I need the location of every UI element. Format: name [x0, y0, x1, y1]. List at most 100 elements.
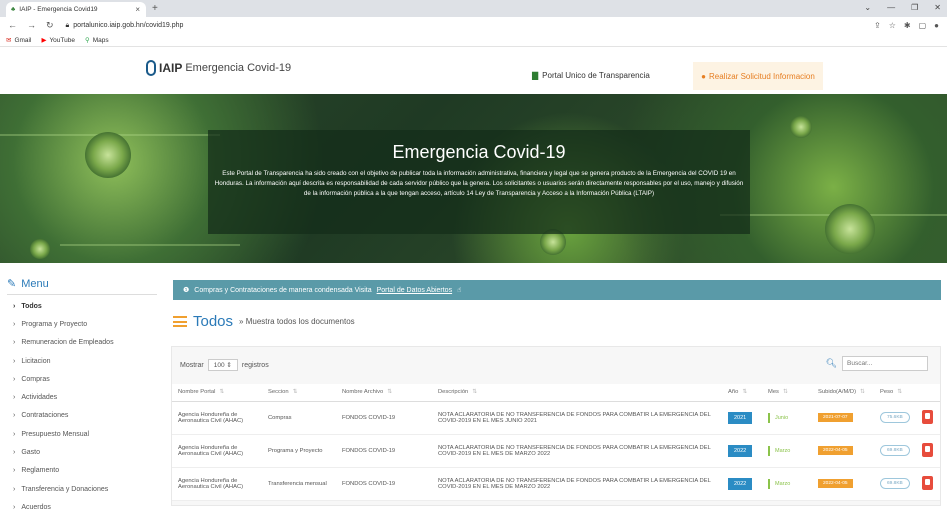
- file-size-badge: 75.6KB: [880, 412, 910, 423]
- alert-text: Compras y Contrataciones de manera conde…: [194, 286, 372, 294]
- sort-icon: ⇅: [219, 389, 225, 396]
- virus-image: [825, 204, 875, 254]
- close-window-icon[interactable]: ✕: [934, 3, 941, 12]
- sidebar-item-label: Reglamento: [21, 467, 60, 475]
- sidebar-item[interactable]: › Transferencia y Donaciones: [7, 480, 157, 498]
- back-icon[interactable]: ←: [8, 20, 17, 31]
- portal-unico-link[interactable]: ▇ Portal Unico de Transparencia: [532, 71, 650, 80]
- chevron-right-icon: ›: [13, 375, 16, 383]
- chevron-right-icon: ›: [13, 485, 16, 493]
- reload-icon[interactable]: ↻: [46, 20, 54, 31]
- column-header[interactable]: Nombre Archivo ⇅: [336, 384, 432, 402]
- pdf-download-icon[interactable]: [922, 475, 933, 490]
- request-information-button[interactable]: ● Realizar Solicitud Informacion: [693, 62, 823, 90]
- chevron-right-icon: ›: [13, 394, 16, 402]
- chevron-right-icon: ›: [13, 302, 16, 310]
- sidebar-item[interactable]: › Actividades: [7, 388, 157, 406]
- forward-icon[interactable]: →: [27, 20, 36, 31]
- column-header[interactable]: Nombre Portal ⇅: [172, 384, 262, 402]
- cell-mes: Marzo: [762, 467, 812, 501]
- page-length-value: 100: [213, 362, 225, 369]
- chevron-down-icon[interactable]: ⌄: [864, 3, 871, 12]
- cell-anio: 2022: [722, 434, 762, 468]
- virus-image: [790, 116, 812, 138]
- cell-peso: 75.6KB: [874, 401, 916, 435]
- sidebar-item[interactable]: › Contrataciones: [7, 407, 157, 425]
- sidebar-item[interactable]: › Gasto: [7, 443, 157, 461]
- records-label: registros: [241, 361, 269, 369]
- column-header[interactable]: Año ⇅: [722, 384, 762, 402]
- url-text: portalunico.iaip.gob.hn/covid19.php: [73, 22, 184, 29]
- sidebar-item-label: Programa y Proyecto: [21, 320, 88, 328]
- month-badge: Junio: [768, 412, 794, 423]
- column-header-label: Mes: [768, 389, 779, 396]
- column-header[interactable]: Seccion ⇅: [262, 384, 336, 402]
- pdf-download-icon[interactable]: [922, 409, 933, 424]
- chevron-right-icon: ›: [13, 449, 16, 457]
- edit-icon: ✎: [7, 278, 17, 290]
- close-tab-icon[interactable]: ×: [135, 5, 140, 14]
- sidebar-item[interactable]: › Remuneracion de Empleados: [7, 334, 157, 352]
- hero-text-box: Emergencia Covid-19 Este Portal de Trans…: [208, 130, 750, 234]
- bookmark-maps[interactable]: ⚲ Maps: [84, 36, 109, 45]
- share-icon[interactable]: ⇪: [874, 21, 881, 30]
- maps-icon: ⚲: [84, 37, 90, 44]
- sidepanel-icon[interactable]: ▢: [919, 21, 927, 30]
- cell-download: [916, 467, 940, 501]
- cell-portal: Agencia Hondureña de Aeronautica Civil (…: [172, 434, 262, 468]
- datos-abiertos-link[interactable]: Portal de Datos Abiertos: [377, 287, 453, 294]
- pointer-icon: ☝: [457, 287, 462, 294]
- cell-subido: 2022-04-05: [812, 467, 874, 501]
- minimize-icon[interactable]: —: [887, 3, 895, 12]
- sidebar-item[interactable]: › Compras: [7, 370, 157, 388]
- new-tab-icon[interactable]: +: [152, 3, 158, 14]
- month-badge: Marzo: [768, 445, 796, 456]
- url-field[interactable]: 🔒︎ portalunico.iaip.gob.hn/covid19.php: [66, 22, 184, 30]
- sidebar-item[interactable]: › Presupuesto Mensual: [7, 425, 157, 443]
- sidebar-item[interactable]: › Todos: [7, 297, 157, 315]
- logo-text: IAIP: [159, 61, 183, 75]
- chevron-right-icon: ›: [13, 430, 16, 438]
- bookmark-star-icon[interactable]: ☆: [889, 21, 896, 30]
- restore-icon[interactable]: ❐: [911, 3, 918, 12]
- page-length-control: Mostrar 100 ⇕ registros: [180, 359, 269, 371]
- column-header[interactable]: Descripción ⇅: [432, 384, 722, 402]
- column-header[interactable]: Peso ⇅: [874, 384, 916, 402]
- circle-arrow-icon: ●: [701, 71, 706, 81]
- extensions-icon[interactable]: ✱: [904, 21, 911, 30]
- circuit-line: [60, 244, 240, 246]
- sidebar-item[interactable]: › Acuerdos: [7, 498, 157, 516]
- page-length-select[interactable]: 100 ⇕: [207, 359, 238, 371]
- sidebar-item[interactable]: › Licitacion: [7, 352, 157, 370]
- sidebar-item[interactable]: › Programa y Proyecto: [7, 315, 157, 333]
- hero-banner: Emergencia Covid-19 Este Portal de Trans…: [0, 94, 947, 263]
- table-header-row: Nombre Portal ⇅ Seccion ⇅ Nombre Archivo ⇅ Des…: [172, 384, 940, 402]
- year-badge: 2022: [728, 444, 753, 457]
- search-input[interactable]: [842, 356, 928, 371]
- window-controls: ⌄ — ❐ ✕: [864, 3, 941, 12]
- sidebar-item-label: Actividades: [21, 394, 58, 402]
- month-badge: Marzo: [768, 478, 796, 489]
- bookmark-youtube[interactable]: ▶ YouTube: [41, 36, 75, 45]
- browser-tab[interactable]: ♣ IAIP - Emergencia Covid19 ×: [6, 2, 146, 17]
- pdf-download-icon[interactable]: [922, 442, 933, 457]
- site-logo[interactable]: IAIP Emergencia Covid-19: [146, 60, 291, 76]
- profile-icon[interactable]: ●: [934, 21, 939, 30]
- sidebar-item[interactable]: › Reglamento: [7, 462, 157, 480]
- chevron-right-icon: ›: [13, 357, 16, 365]
- browser-tab-title: IAIP - Emergencia Covid19: [19, 6, 98, 13]
- menu-title-label: Menu: [21, 277, 49, 290]
- cell-anio: 2021: [722, 401, 762, 435]
- cell-anio: 2022: [722, 467, 762, 501]
- sort-icon: ⇅: [387, 389, 393, 396]
- bookmark-gmail[interactable]: ✉ Gmail: [6, 36, 31, 45]
- cell-peso: 69.8KB: [874, 434, 916, 468]
- sidebar-item-label: Gasto: [21, 449, 41, 457]
- menu-title: ✎ Menu: [7, 277, 157, 295]
- column-header[interactable]: Mes ⇅: [762, 384, 812, 402]
- cell-portal: Agencia Hondureña de Aeronautica Civil (…: [172, 467, 262, 501]
- column-header[interactable]: Subido(A/M/D) ⇅: [812, 384, 874, 402]
- column-header[interactable]: [916, 384, 940, 402]
- gmail-icon: ✉: [6, 37, 12, 44]
- sidebar-item-label: Licitacion: [21, 357, 51, 365]
